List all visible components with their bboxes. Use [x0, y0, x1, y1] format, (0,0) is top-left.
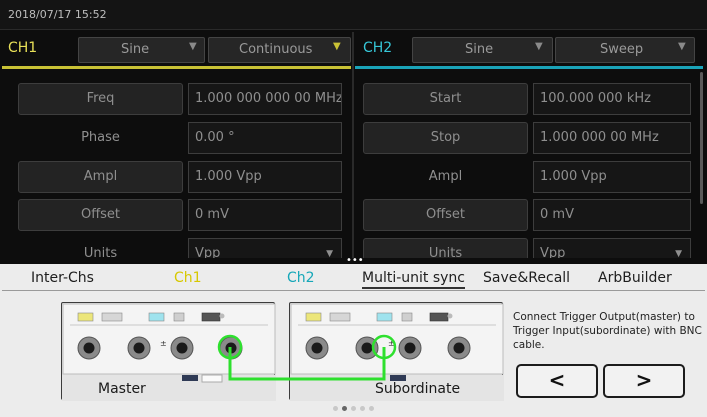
chevron-left-icon: <: [548, 368, 566, 392]
previous-button[interactable]: <: [516, 364, 598, 398]
ch1-phase-value[interactable]: 0.00 °: [188, 122, 342, 154]
ch1-phase-button[interactable]: Phase: [18, 122, 183, 154]
ch1-freq-button[interactable]: Freq: [18, 83, 183, 115]
ch1-ampl-value[interactable]: 1.000 Vpp: [188, 161, 342, 193]
ch2-units-text: Vpp: [540, 246, 566, 258]
ch1-title[interactable]: CH1: [8, 40, 37, 56]
ch1-offset-button[interactable]: Offset: [18, 199, 183, 231]
ch2-ampl-value[interactable]: 1.000 Vpp: [533, 161, 691, 193]
ch2-scrollbar[interactable]: [700, 72, 703, 204]
ch2-param-row: Ampl 1.000 Vpp: [355, 161, 703, 195]
ch2-offset-value[interactable]: 0 mV: [533, 199, 691, 231]
ch1-units-text: Vpp: [195, 246, 221, 258]
ch1-panel: CH1 Sine ▼ Continuous ▼ Freq 1.000 000 0…: [2, 32, 351, 258]
ch2-waveform-dropdown[interactable]: Sine ▼: [412, 37, 553, 63]
ch2-start-value[interactable]: 100.000 000 kHz: [533, 83, 691, 115]
triangle-down-icon: ▼: [675, 249, 682, 258]
triangle-down-icon: ▼: [678, 41, 686, 52]
page-indicator: [330, 406, 380, 414]
ch1-mode-dropdown[interactable]: Continuous ▼: [208, 37, 351, 63]
ch1-param-row: Ampl 1.000 Vpp: [2, 161, 351, 195]
ch1-mode-value: Continuous: [239, 42, 313, 57]
page-dot[interactable]: [351, 406, 356, 411]
ch1-header: CH1 Sine ▼ Continuous ▼: [2, 32, 351, 70]
ch2-title[interactable]: CH2: [363, 40, 392, 56]
triangle-down-icon: ▼: [326, 249, 333, 258]
ch1-param-row: Offset 0 mV: [2, 199, 351, 233]
datetime: 2018/07/17 15:52: [8, 8, 107, 21]
page-dot[interactable]: [360, 406, 365, 411]
page-dot[interactable]: [369, 406, 374, 411]
ch2-header: CH2 Sine ▼ Sweep ▼: [355, 32, 703, 70]
ch2-color-bar: [355, 66, 703, 69]
channel-divider: [352, 32, 354, 258]
triangle-down-icon: ▼: [189, 41, 197, 52]
ch1-param-row: Units Vpp ▼: [2, 238, 351, 258]
chevron-right-icon: >: [635, 368, 653, 392]
ch1-param-row: Phase 0.00 °: [2, 122, 351, 156]
ch2-mode-dropdown[interactable]: Sweep ▼: [555, 37, 695, 63]
ch2-param-row: Offset 0 mV: [355, 199, 703, 233]
ch1-color-bar: [2, 66, 351, 69]
help-panel: ••• Inter-Chs Ch1 Ch2 Multi-unit sync Sa…: [0, 256, 707, 417]
ch2-mode-value: Sweep: [600, 42, 644, 57]
status-bar: 2018/07/17 15:52: [0, 0, 707, 30]
triangle-down-icon: ▼: [333, 41, 341, 52]
triangle-down-icon: ▼: [535, 41, 543, 52]
ch2-stop-value[interactable]: 1.000 000 00 MHz: [533, 122, 691, 154]
ch1-offset-value[interactable]: 0 mV: [188, 199, 342, 231]
ch2-panel: CH2 Sine ▼ Sweep ▼ Start 100.000 000 kHz…: [355, 32, 703, 258]
ch1-units-button[interactable]: Units: [18, 238, 183, 258]
ch1-freq-value[interactable]: 1.000 000 000 00 MHz: [188, 83, 342, 115]
ch1-waveform-value: Sine: [121, 42, 150, 57]
ch2-offset-button[interactable]: Offset: [363, 199, 528, 231]
ch1-waveform-dropdown[interactable]: Sine ▼: [78, 37, 205, 63]
ch1-ampl-button[interactable]: Ampl: [18, 161, 183, 193]
ch2-start-button[interactable]: Start: [363, 83, 528, 115]
ch2-units-value[interactable]: Vpp ▼: [533, 238, 691, 258]
ch2-param-row: Start 100.000 000 kHz: [355, 83, 703, 117]
ch2-param-row: Units Vpp ▼: [355, 238, 703, 258]
ch2-units-button[interactable]: Units: [363, 238, 528, 258]
ch2-waveform-value: Sine: [465, 42, 494, 57]
ch2-param-row: Stop 1.000 000 00 MHz: [355, 122, 703, 156]
page-dot-active[interactable]: [342, 406, 347, 411]
next-button[interactable]: >: [603, 364, 685, 398]
page-dot[interactable]: [333, 406, 338, 411]
ch2-stop-button[interactable]: Stop: [363, 122, 528, 154]
ch2-ampl-button[interactable]: Ampl: [363, 161, 528, 193]
ch1-units-value[interactable]: Vpp ▼: [188, 238, 342, 258]
instruction-text: Connect Trigger Output(master) to Trigge…: [513, 311, 702, 351]
ch1-param-row: Freq 1.000 000 000 00 MHz: [2, 83, 351, 117]
